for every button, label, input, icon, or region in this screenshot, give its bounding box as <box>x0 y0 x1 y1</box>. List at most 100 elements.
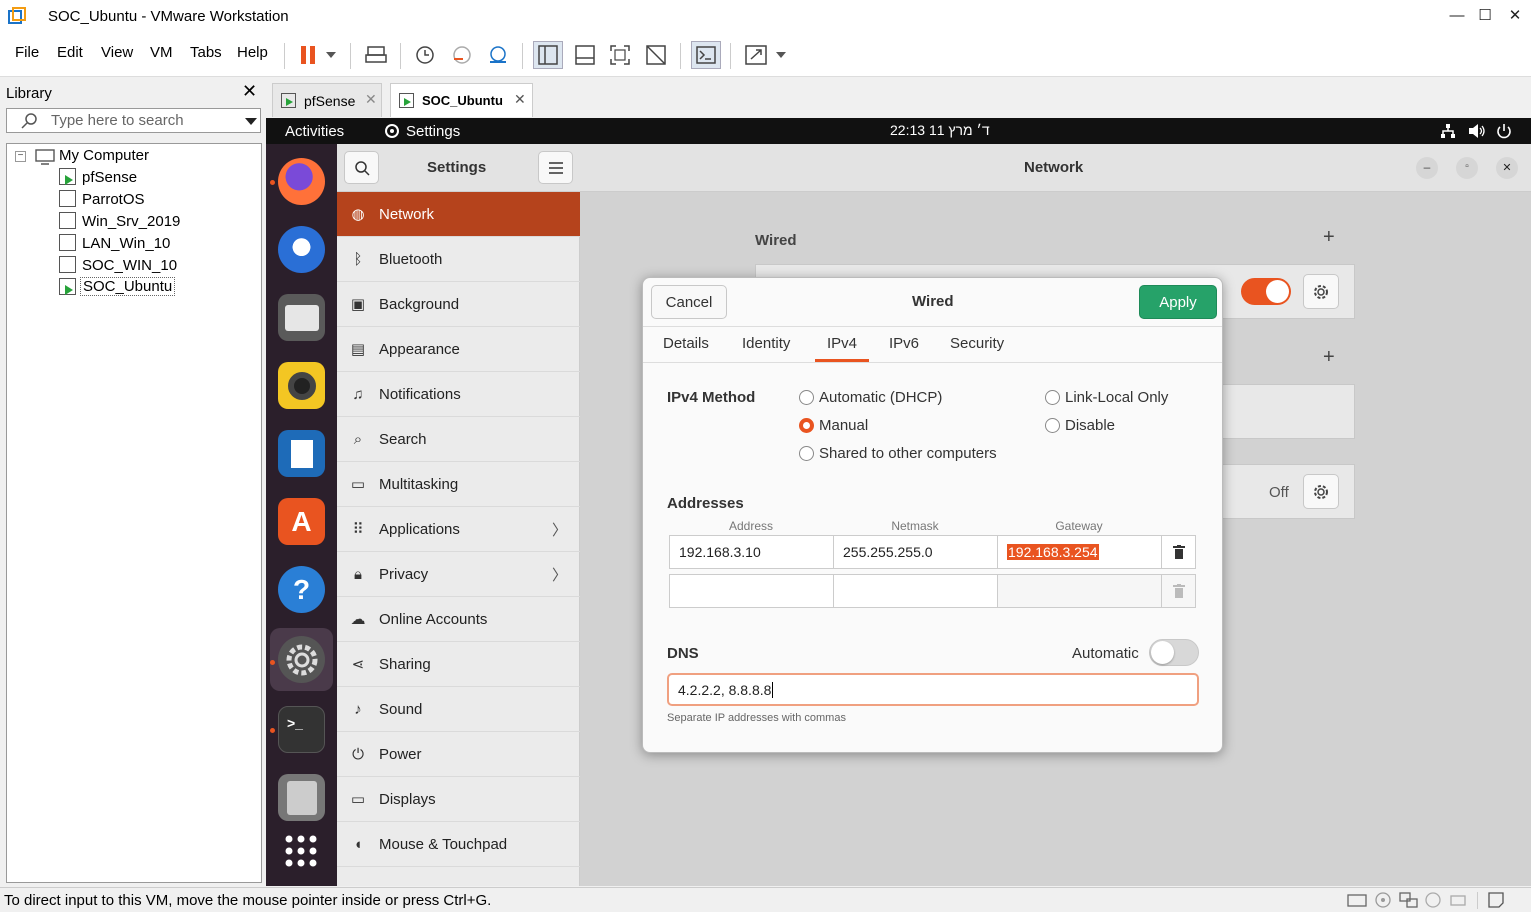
thumbnail-bar-icon[interactable] <box>570 41 600 69</box>
maximize-button[interactable]: ☐ <box>1472 5 1498 27</box>
add-connection-button[interactable]: + <box>1323 226 1335 249</box>
menu-tabs[interactable]: Tabs <box>190 44 222 61</box>
tree-root-my-computer[interactable]: My Computer <box>59 147 149 164</box>
close-icon[interactable]: ✕ <box>365 91 377 108</box>
hamburger-menu-button[interactable] <box>538 151 573 184</box>
minimize-button[interactable]: — <box>1444 5 1470 27</box>
trash-icon[interactable] <box>278 774 325 821</box>
dns-input[interactable]: 4.2.2.2, 8.8.8.8 <box>667 673 1199 706</box>
firefox-icon[interactable] <box>278 158 325 205</box>
message-log-icon[interactable] <box>1487 891 1505 909</box>
tab-security[interactable]: Security <box>950 335 1004 352</box>
netmask-field[interactable]: 255.255.255.0 <box>833 535 998 569</box>
sidebar-item-network[interactable]: ◍ Network <box>337 192 580 237</box>
app-menu[interactable]: Settings <box>406 123 460 140</box>
radio-disable[interactable] <box>1045 418 1060 433</box>
sidebar-item-notifications[interactable]: ♫ Notifications <box>337 372 580 417</box>
tree-item-parrotos[interactable]: ParrotOS <box>82 191 145 208</box>
sidebar-item-background[interactable]: ▣ Background <box>337 282 580 327</box>
sidebar-item-online-accounts[interactable]: ☁ Online Accounts <box>337 597 580 642</box>
library-search-input[interactable]: Type here to search <box>6 108 261 133</box>
menu-view[interactable]: View <box>101 44 133 61</box>
menu-help[interactable]: Help <box>237 44 268 61</box>
network-adapter-icon[interactable] <box>1399 892 1419 908</box>
network-icon[interactable] <box>1440 123 1456 139</box>
maximize-button[interactable]: ▫ <box>1456 157 1478 179</box>
dns-automatic-toggle[interactable] <box>1149 639 1199 666</box>
sidebar-item-privacy[interactable]: 🔒︎ Privacy 〉 <box>337 552 580 597</box>
terminal-icon[interactable]: >_ <box>278 706 325 753</box>
vm-tab-soc-ubuntu[interactable]: SOC_Ubuntu ✕ <box>390 83 533 117</box>
close-icon[interactable]: ✕ <box>242 81 257 102</box>
netmask-field-empty[interactable] <box>833 574 998 608</box>
writer-icon[interactable] <box>278 430 325 477</box>
unity-icon[interactable] <box>641 41 671 69</box>
tab-ipv4[interactable]: IPv4 <box>827 335 857 352</box>
tab-details[interactable]: Details <box>663 335 709 352</box>
settings-gear-icon[interactable] <box>278 636 325 683</box>
files-icon[interactable] <box>278 294 325 341</box>
address-field-empty[interactable] <box>669 574 834 608</box>
tab-identity[interactable]: Identity <box>742 335 790 352</box>
sidebar-item-appearance[interactable]: ▤ Appearance <box>337 327 580 372</box>
tab-ipv6[interactable]: IPv6 <box>889 335 919 352</box>
collapse-toggle[interactable]: − <box>15 151 26 162</box>
thunderbird-icon[interactable] <box>278 226 325 273</box>
sidebar-item-sharing[interactable]: ⋖ Sharing <box>337 642 580 687</box>
fullscreen-icon[interactable] <box>605 41 635 69</box>
radio-manual[interactable] <box>799 418 814 433</box>
cd-icon[interactable] <box>1375 892 1391 908</box>
revert-snapshot-icon[interactable] <box>447 41 477 69</box>
sidebar-item-power[interactable]: ⏻ Power <box>337 732 580 777</box>
wired-toggle[interactable] <box>1241 278 1291 305</box>
wired-settings-button[interactable] <box>1303 274 1339 309</box>
vm-tab-pfsense[interactable]: pfSense ✕ <box>272 83 382 117</box>
pause-icon[interactable] <box>293 41 323 69</box>
send-ctrl-alt-del-icon[interactable] <box>361 41 391 69</box>
menu-edit[interactable]: Edit <box>57 44 83 61</box>
volume-icon[interactable] <box>1468 123 1486 139</box>
activities-button[interactable]: Activities <box>285 123 344 140</box>
tree-item-soc-win-10[interactable]: SOC_WIN_10 <box>82 257 177 274</box>
address-field[interactable]: 192.168.3.10 <box>669 535 834 569</box>
menu-file[interactable]: File <box>15 44 39 61</box>
printer-icon[interactable] <box>1450 892 1466 908</box>
sidebar-item-search[interactable]: ⌕ Search <box>337 417 580 462</box>
sidebar-item-mouse-touchpad[interactable]: ◖ Mouse & Touchpad <box>337 822 580 867</box>
close-icon[interactable]: ✕ <box>514 91 526 108</box>
radio-automatic-dhcp[interactable] <box>799 390 814 405</box>
hard-disk-icon[interactable] <box>1347 892 1367 908</box>
sidebar-item-displays[interactable]: ▭ Displays <box>337 777 580 822</box>
rhythmbox-icon[interactable] <box>278 362 325 409</box>
snapshot-icon[interactable] <box>410 41 440 69</box>
sidebar-item-sound[interactable]: ♪ Sound <box>337 687 580 732</box>
clock[interactable]: ד׳ מרץ 11 22:13 <box>890 122 990 138</box>
search-button[interactable] <box>344 151 379 184</box>
menu-vm[interactable]: VM <box>150 44 173 61</box>
sound-card-icon[interactable] <box>1425 892 1441 908</box>
help-icon[interactable]: ? <box>278 566 325 613</box>
chevron-down-icon[interactable] <box>320 41 342 69</box>
tree-item-soc-ubuntu[interactable]: SOC_Ubuntu <box>80 277 176 296</box>
proxy-settings-button[interactable] <box>1303 474 1339 509</box>
show-apps-icon[interactable] <box>284 834 318 868</box>
gateway-field-empty[interactable] <box>997 574 1162 608</box>
cancel-button[interactable]: Cancel <box>651 285 727 319</box>
sidebar-item-applications[interactable]: ⠿ Applications 〉 <box>337 507 580 552</box>
power-icon[interactable] <box>1496 123 1512 139</box>
add-vpn-button[interactable]: + <box>1323 346 1335 369</box>
close-button[interactable]: ✕ <box>1496 157 1518 179</box>
apply-button[interactable]: Apply <box>1139 285 1217 319</box>
show-library-icon[interactable] <box>533 41 563 69</box>
app-center-icon[interactable]: A <box>278 498 325 545</box>
stretch-guest-icon[interactable] <box>741 41 771 69</box>
sidebar-item-multitasking[interactable]: ▭ Multitasking <box>337 462 580 507</box>
tree-item-win-srv-2019[interactable]: Win_Srv_2019 <box>82 213 180 230</box>
chevron-down-icon[interactable] <box>770 41 792 69</box>
delete-address-button[interactable] <box>1161 535 1196 569</box>
close-window-button[interactable]: ✕ <box>1502 5 1528 27</box>
radio-link-local[interactable] <box>1045 390 1060 405</box>
tree-item-lan-win-10[interactable]: LAN_Win_10 <box>82 235 170 252</box>
sidebar-item-bluetooth[interactable]: ᛒ Bluetooth <box>337 237 580 282</box>
chevron-down-icon[interactable] <box>245 118 257 125</box>
